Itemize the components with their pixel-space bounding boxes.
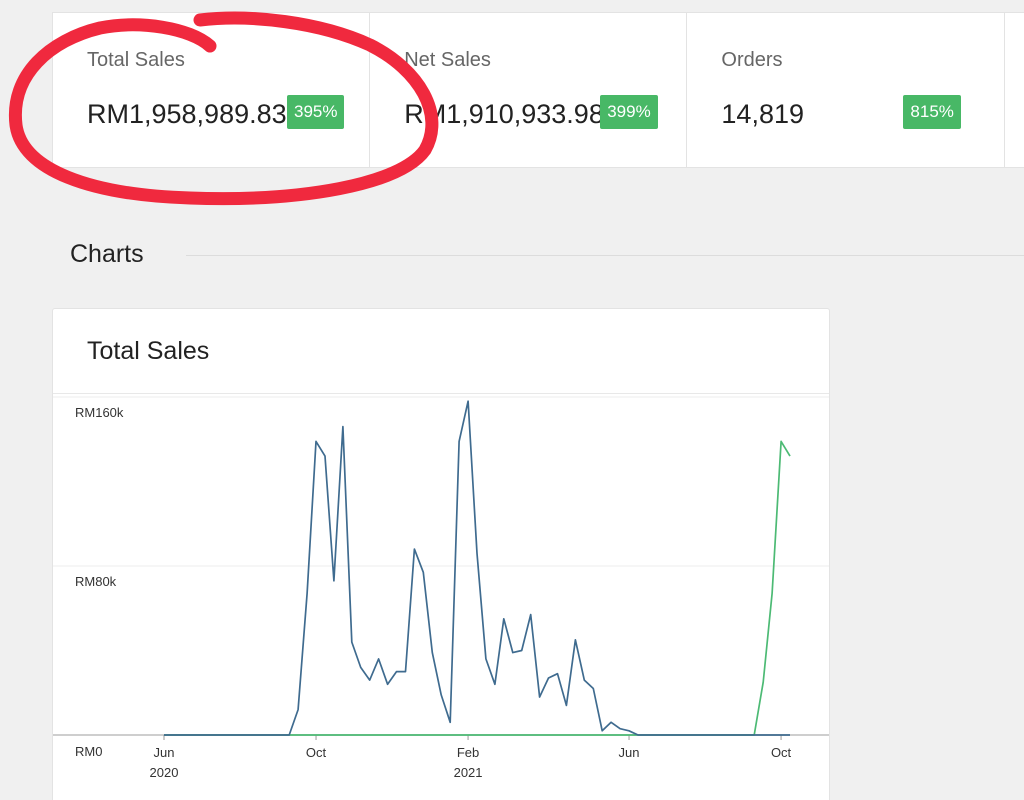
growth-badge: 399% — [600, 95, 658, 129]
series-line-current — [164, 400, 790, 736]
x-tick-year-label: 2021 — [454, 765, 483, 780]
stat-label: Total Sales — [87, 49, 185, 71]
stat-card-net-sales[interactable]: Net Sales RM1,910,933.98 399% — [369, 12, 688, 168]
stat-label: Net Sales — [404, 49, 491, 71]
y-tick-label: RM80k — [75, 574, 117, 589]
total-sales-chart: RM0 RM80k RM160k Jun 2020 Oct Feb 2021 Jun Oct — [53, 396, 829, 780]
x-tick-label: Jun — [154, 745, 175, 760]
section-title: Charts — [70, 240, 144, 268]
y-tick-label: RM160k — [75, 405, 124, 420]
stat-card-total-sales[interactable]: Total Sales RM1,958,989.83 395% — [52, 12, 371, 168]
section-divider — [186, 255, 1024, 256]
stats-row: Total Sales RM1,958,989.83 395% Net Sale… — [52, 12, 1024, 170]
chart-card: Total Sales RM0 RM80k RM160k Jun 2020 Oct Feb 2… — [52, 308, 830, 800]
x-tick-label: Oct — [771, 745, 792, 760]
y-tick-label: RM0 — [75, 744, 102, 759]
x-tick-label: Oct — [306, 745, 327, 760]
stat-label: Orders — [721, 49, 783, 71]
stat-value: RM1,958,989.83 — [87, 99, 287, 129]
stat-value: 14,819 — [721, 99, 804, 129]
stat-card-orders[interactable]: Orders 14,819 815% — [686, 12, 1005, 168]
series-line-previous — [164, 440, 791, 736]
growth-badge: 815% — [903, 95, 961, 129]
x-tick-year-label: 2020 — [150, 765, 179, 780]
stat-card-partial — [1003, 12, 1024, 168]
growth-badge: 395% — [287, 95, 345, 129]
x-tick-label: Feb — [457, 745, 479, 760]
x-tick-label: Jun — [619, 745, 640, 760]
dashboard-page: Total Sales RM1,958,989.83 395% Net Sale… — [0, 0, 1024, 800]
stat-value: RM1,910,933.98 — [404, 99, 604, 129]
